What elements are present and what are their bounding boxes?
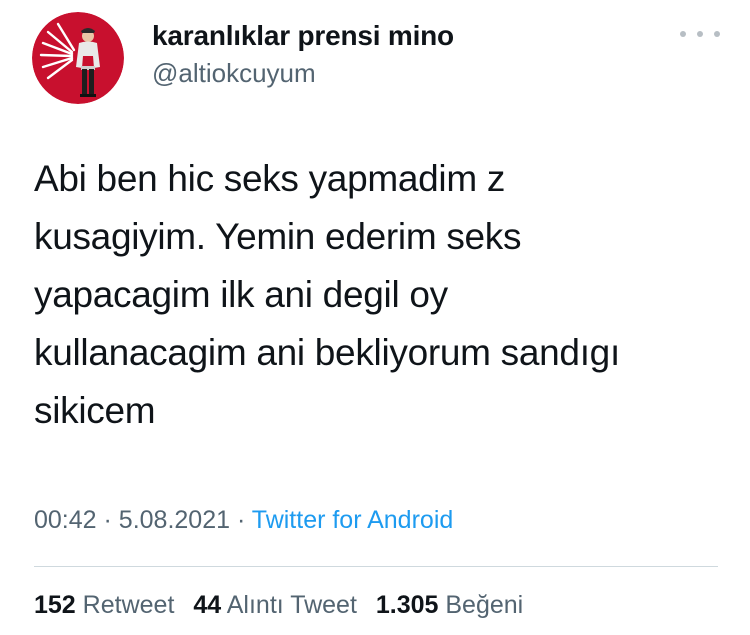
meta-separator: · [236,506,246,534]
tweet-text-line: yapacagim ilk ani degil oy [34,274,448,315]
quote-tweets-stat[interactable]: 44 Alıntı Tweet [193,591,357,619]
tweet-text: Abi ben hic seks yapmadim z kusagiyim. Y… [34,150,724,440]
divider [34,566,718,567]
tweet-text-line: kusagiyim. Yemin ederim seks [34,216,522,257]
quote-tweets-label: Alıntı Tweet [226,591,357,619]
tweet-time[interactable]: 00:42 [34,506,97,534]
meta-separator: · [103,506,112,534]
user-handle[interactable]: @altiokcuyum [152,58,316,89]
tweet-card: karanlıklar prensi mino @altiokcuyum Abi… [0,0,750,635]
avatar[interactable] [32,12,124,104]
likes-count: 1.305 [375,591,439,619]
more-dot [680,31,686,37]
quote-tweets-count: 44 [193,591,222,619]
more-options-icon[interactable] [680,22,720,46]
tweet-date[interactable]: 5.08.2021 [119,506,230,534]
tweet-text-line: Abi ben hic seks yapmadim z [34,158,506,199]
likes-stat[interactable]: 1.305 Beğeni [376,591,523,619]
tweet-source-link[interactable]: Twitter for Android [252,506,453,534]
retweets-count: 152 [34,591,76,619]
tweet-stats: 152 Retweet 44 Alıntı Tweet 1.305 Beğeni [34,591,535,620]
tweet-text-line: sikicem [34,390,156,431]
avatar-image [32,12,124,104]
tweet-text-line: kullanacagim ani bekliyorum sandıgı [34,332,620,373]
tweet-metadata: 00:42 · 5.08.2021 · Twitter for Android [34,506,453,535]
retweets-label: Retweet [82,591,175,619]
likes-label: Beğeni [445,591,524,619]
more-dot [714,31,720,37]
retweets-stat[interactable]: 152 Retweet [34,591,174,619]
more-dot [697,31,703,37]
display-name[interactable]: karanlıklar prensi mino [152,20,454,52]
